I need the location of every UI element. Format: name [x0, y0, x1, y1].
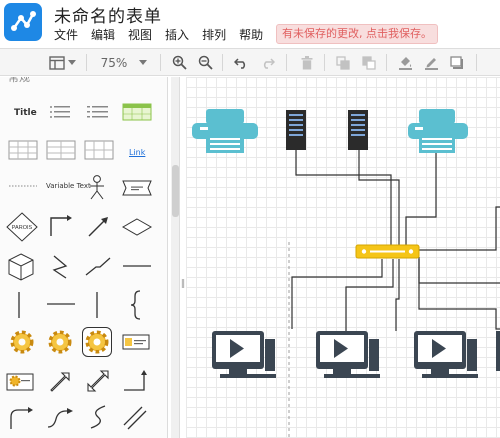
shape-curly-brace[interactable]	[130, 290, 142, 320]
share-nodes-icon[interactable]	[4, 3, 42, 41]
zoom-dropdown-icon[interactable]	[136, 49, 150, 76]
shape-group-header[interactable]: 常规	[8, 77, 30, 85]
shape-step-line[interactable]	[84, 255, 112, 279]
scrollbar-thumb[interactable]	[172, 165, 179, 217]
zoom-level[interactable]: 75%	[96, 49, 132, 76]
shape-decision-diamond[interactable]: PAROIS	[6, 212, 38, 242]
shape-s-curve[interactable]	[86, 403, 110, 431]
app-window: 未命名的表单 文件 编辑 视图 插入 排列 帮助 有未保存的更改, 点击我保存。…	[0, 0, 500, 438]
gear-icon[interactable]	[46, 328, 74, 356]
to-front-icon[interactable]	[332, 49, 354, 76]
toolbar-divider	[286, 54, 287, 71]
diagram-canvas[interactable]	[186, 77, 500, 438]
menu-file[interactable]: 文件	[54, 26, 78, 44]
printer-icon[interactable]	[408, 109, 468, 153]
zoom-in-icon[interactable]	[168, 49, 190, 76]
menu-view[interactable]: 视图	[128, 26, 152, 44]
shape-line-short[interactable]	[46, 299, 76, 309]
layout-icon[interactable]	[46, 49, 68, 76]
shape-table-green[interactable]	[122, 103, 152, 121]
shape-library: 常规 Title Link Variable Text PAROIS	[0, 77, 168, 438]
zoom-level-label: 75%	[100, 55, 128, 70]
shape-info-card[interactable]	[122, 334, 150, 350]
menu-arrange[interactable]: 排列	[202, 26, 226, 44]
server-icon[interactable]	[348, 110, 368, 150]
chevron-down-icon[interactable]	[66, 49, 78, 76]
toolbar-divider	[324, 54, 325, 71]
toolbar-divider	[160, 54, 161, 71]
network-diagram	[192, 109, 500, 438]
shape-bidirectional-arrow[interactable]	[86, 369, 110, 393]
shape-list[interactable]	[48, 104, 78, 120]
shape-link-text[interactable]: Link	[129, 148, 145, 157]
connector-switch-monitor1[interactable]	[291, 259, 383, 329]
shape-cube[interactable]	[8, 253, 34, 281]
gear-icon-selected[interactable]	[82, 327, 112, 357]
video-monitor-icon[interactable]	[496, 331, 500, 371]
shape-curved-connector[interactable]	[8, 405, 34, 431]
shape-horizontal-line[interactable]	[122, 261, 152, 271]
video-monitor-icon[interactable]	[212, 331, 276, 378]
connector-switch-right-1[interactable]	[418, 257, 500, 284]
redo-icon[interactable]	[256, 49, 278, 76]
shape-vertical-line-2[interactable]	[92, 291, 102, 319]
shape-actor[interactable]	[88, 175, 106, 201]
to-back-icon[interactable]	[358, 49, 380, 76]
connector-printer2-switch[interactable]	[405, 145, 437, 245]
undo-icon[interactable]	[230, 49, 252, 76]
shape-header-table[interactable]	[46, 140, 76, 160]
printer-icon[interactable]	[192, 109, 258, 153]
line-color-icon[interactable]	[420, 49, 442, 76]
menu-bar: 文件 编辑 视图 插入 排列 帮助	[54, 26, 276, 44]
document-title[interactable]: 未命名的表单	[54, 2, 162, 27]
shape-banner[interactable]	[122, 180, 152, 196]
toolbar-divider	[386, 54, 387, 71]
server-icon[interactable]	[286, 110, 306, 150]
menu-edit[interactable]: 编辑	[91, 26, 115, 44]
app-header: 未命名的表单 文件 编辑 视图 插入 排列 帮助 有未保存的更改, 点击我保存。	[0, 0, 500, 46]
shape-numbered-list[interactable]	[86, 104, 116, 120]
toolbar: 75%	[0, 48, 500, 76]
connector-server1-switch[interactable]	[295, 150, 392, 245]
video-monitor-icon[interactable]	[316, 331, 380, 378]
toolbar-divider	[86, 54, 87, 71]
shape-dotted-line[interactable]	[8, 181, 38, 191]
shadow-icon[interactable]	[446, 49, 468, 76]
shape-parallel-lines[interactable]	[122, 405, 148, 431]
unsaved-changes-notice[interactable]: 有未保存的更改, 点击我保存。	[276, 24, 438, 44]
zoom-out-icon[interactable]	[194, 49, 216, 76]
shape-vertical-line[interactable]	[14, 291, 24, 319]
toolbar-divider	[222, 54, 223, 71]
shape-double-arrow[interactable]	[48, 369, 72, 393]
shape-elbow-connector[interactable]	[122, 369, 148, 393]
video-monitor-icon[interactable]	[414, 331, 478, 378]
delete-icon[interactable]	[296, 49, 318, 76]
shape-matrix-table[interactable]	[84, 140, 114, 160]
shape-wave-connector[interactable]	[46, 405, 74, 431]
menu-insert[interactable]: 插入	[165, 26, 189, 44]
shape-variable-text[interactable]: Variable Text	[46, 182, 91, 190]
network-switch-icon[interactable]	[355, 244, 420, 259]
shape-zigzag-line[interactable]	[48, 254, 72, 280]
shape-elbow-arrow[interactable]	[48, 215, 72, 239]
toolbar-divider	[476, 54, 477, 71]
shape-image-card[interactable]	[6, 373, 34, 391]
sidebar-scrollbar[interactable]	[171, 77, 180, 438]
fill-color-icon[interactable]	[394, 49, 416, 76]
shape-grid-table[interactable]	[8, 140, 38, 160]
connector-switch-right-2[interactable]	[419, 206, 500, 251]
diamond-label: PAROIS	[12, 225, 33, 231]
shape-diagonal-arrow[interactable]	[86, 215, 110, 239]
menu-help[interactable]: 帮助	[239, 26, 263, 44]
connector-switch-monitor3[interactable]	[395, 259, 400, 331]
gear-icon[interactable]	[8, 328, 36, 356]
shape-rhombus[interactable]	[122, 218, 152, 236]
shape-title-text[interactable]: Title	[14, 108, 37, 118]
connector-switch-right-3[interactable]	[418, 259, 500, 330]
connector-server2-switch[interactable]	[358, 150, 400, 245]
